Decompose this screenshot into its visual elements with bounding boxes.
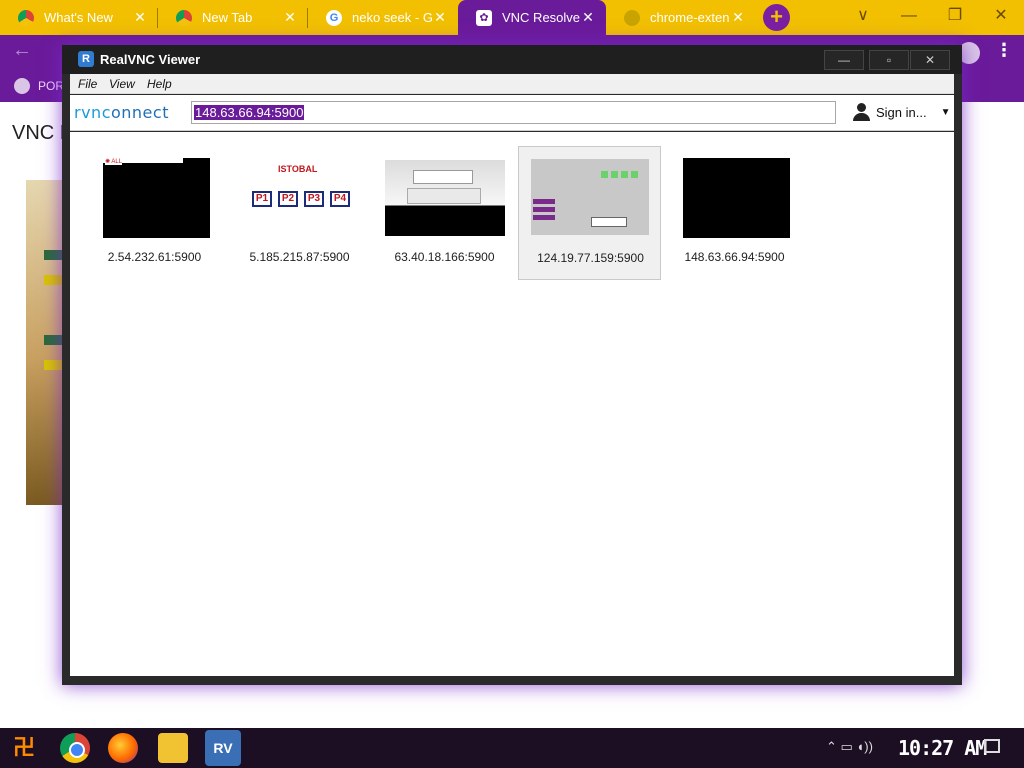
connection-thumbnail[interactable]: ISTOBAL P1 P2 P3 P4 5.185.215.87:5900: [228, 146, 371, 280]
realvnc-logo-icon: R: [78, 51, 94, 67]
vnc-window-title: RealVNC Viewer: [100, 52, 201, 67]
vnc-menubar: File View Help: [70, 74, 954, 94]
minimize-icon[interactable]: —: [894, 4, 924, 28]
close-window-icon[interactable]: ✕: [986, 4, 1016, 28]
taskbar: 卍 RV ⌃ ▭ ◖)) 10:27 AM: [0, 728, 1024, 768]
thumbnail-brand: ISTOBAL: [278, 164, 318, 174]
connection-thumbnail[interactable]: 148.63.66.94:5900: [663, 146, 806, 280]
thumbnail-box: P4: [330, 191, 350, 207]
connection-label: 148.63.66.94:5900: [684, 250, 785, 264]
tab-search-chevron-icon[interactable]: ∨: [848, 4, 878, 28]
caret-down-icon[interactable]: ▼: [941, 107, 951, 118]
connection-label: 63.40.18.166:5900: [394, 250, 495, 264]
taskbar-clock[interactable]: 10:27 AM: [898, 736, 987, 760]
bookmark-item[interactable]: POR: [14, 78, 64, 94]
menu-help[interactable]: Help: [147, 77, 172, 91]
chrome-icon[interactable]: [60, 733, 90, 763]
tab-strip: What's New ✕ New Tab ✕ G neko seek - Go …: [0, 0, 1024, 35]
close-icon[interactable]: ✕: [730, 9, 746, 26]
user-icon: [852, 103, 870, 121]
vnc-address-input[interactable]: 148.63.66.94:5900: [191, 101, 836, 124]
connection-label: 5.185.215.87:5900: [249, 250, 350, 264]
start-icon[interactable]: 卍: [10, 734, 38, 762]
menu-file[interactable]: File: [78, 77, 97, 91]
close-icon[interactable]: ✕: [132, 9, 148, 26]
vnc-close-button[interactable]: ✕: [910, 50, 950, 70]
bookmark-label: POR: [38, 79, 65, 93]
logo-suffix: onnect: [110, 103, 169, 122]
tab-whats-new[interactable]: What's New ✕: [0, 0, 158, 35]
new-tab-button[interactable]: +: [763, 4, 790, 31]
thumbnail-preview: [531, 159, 649, 235]
close-icon[interactable]: ✕: [580, 9, 596, 26]
close-icon[interactable]: ✕: [432, 9, 448, 26]
tab-title: New Tab: [202, 10, 253, 25]
chrome-icon: [18, 9, 34, 26]
thumbnail-box: P2: [278, 191, 298, 207]
connection-thumbnail-selected[interactable]: 124.19.77.159:5900: [518, 146, 661, 280]
tab-title: What's New: [44, 10, 113, 25]
page-image: [26, 180, 66, 505]
vnc-connect-logo: rvnconnect: [74, 103, 169, 122]
thumbnail-box: P1: [252, 191, 272, 207]
tab-vnc-resolver[interactable]: ✿ VNC Resolver ✕: [458, 0, 606, 35]
thumbnail-preview: [683, 158, 790, 238]
firefox-icon[interactable]: [108, 733, 138, 763]
realvnc-viewer-window: R RealVNC Viewer — ▫ ✕ File View Help rv…: [62, 45, 962, 685]
menu-view[interactable]: View: [109, 77, 135, 91]
tab-chrome-extension[interactable]: chrome-extens ✕: [606, 0, 756, 35]
address-value-selected: 148.63.66.94:5900: [194, 105, 305, 120]
more-menu-icon[interactable]: ⋮: [995, 40, 1013, 61]
connection-thumbnail[interactable]: 63.40.18.166:5900: [373, 146, 516, 280]
vnc-titlebar[interactable]: R RealVNC Viewer — ▫ ✕: [62, 45, 962, 74]
connection-thumbnail[interactable]: ✺ ALL 2.54.232.61:5900: [83, 146, 226, 280]
connection-label: 2.54.232.61:5900: [107, 250, 202, 264]
google-icon: G: [326, 9, 342, 26]
vnc-resolver-icon: ✿: [476, 9, 492, 26]
thumbnail-box: P3: [304, 191, 324, 207]
tab-title: chrome-extens: [650, 10, 730, 25]
vnc-maximize-button[interactable]: ▫: [869, 50, 909, 70]
back-arrow-icon[interactable]: ←: [12, 39, 32, 62]
thumbnail-preview: ISTOBAL P1 P2 P3 P4: [248, 158, 355, 238]
notification-icon[interactable]: [984, 739, 1000, 753]
thumbnail-preview: ✺ ALL: [103, 158, 210, 238]
vnc-toolbar: rvnconnect 148.63.66.94:5900 Sign in... …: [70, 95, 954, 131]
tab-title: neko seek - Go: [352, 10, 432, 25]
tab-neko-seek[interactable]: G neko seek - Go ✕: [308, 0, 458, 35]
chrome-icon: [624, 9, 640, 26]
tab-new-tab[interactable]: New Tab ✕: [158, 0, 308, 35]
logo-prefix: rvnc: [74, 103, 111, 122]
thumbnail-preview: [385, 160, 505, 236]
vnc-minimize-button[interactable]: —: [824, 50, 864, 70]
close-icon[interactable]: ✕: [282, 9, 298, 26]
sign-in-button[interactable]: Sign in... ▼: [852, 103, 951, 121]
restore-icon[interactable]: ❐: [940, 4, 970, 28]
chrome-icon: [176, 9, 192, 26]
tab-title: VNC Resolver: [502, 10, 580, 25]
system-tray-icons[interactable]: ⌃ ▭ ◖)): [826, 739, 873, 755]
sign-in-label: Sign in...: [876, 104, 927, 120]
realvnc-icon[interactable]: RV: [205, 730, 241, 766]
globe-icon: [14, 78, 30, 94]
files-icon[interactable]: [158, 733, 188, 763]
connection-label: 124.19.77.159:5900: [537, 251, 644, 265]
vnc-address-book: ✺ ALL 2.54.232.61:5900 ISTOBAL P1 P2 P3 …: [70, 132, 954, 676]
